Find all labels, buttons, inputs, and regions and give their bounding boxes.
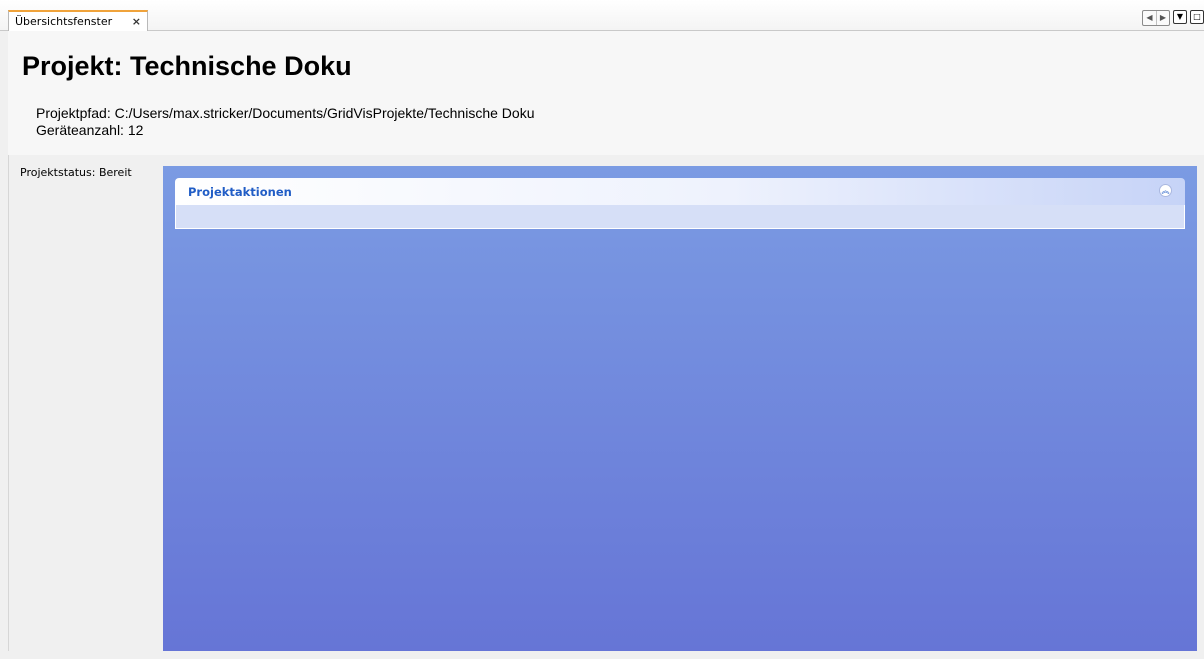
project-actions-header[interactable]: Projektaktionen ︽ (175, 178, 1185, 205)
scroll-left-icon[interactable]: ◀ (1143, 11, 1156, 25)
status-panel: Projektstatus: Bereit (8, 155, 163, 651)
close-icon[interactable]: × (132, 15, 141, 28)
project-header: Projekt: Technische Doku Projektpfad: C:… (8, 31, 1204, 155)
tab-scroll-group: ◀ ▶ (1142, 10, 1170, 26)
tab-bar: Übersichtsfenster × ◀ ▶ ▼ □ (0, 0, 1204, 31)
tab-list-dropdown-icon[interactable]: ▼ (1173, 10, 1187, 24)
page-title: Projekt: Technische Doku (22, 51, 352, 81)
overview-window: Übersichtsfenster × ◀ ▶ ▼ □ Projekt: Tec… (0, 0, 1204, 659)
project-actions-body (175, 205, 1185, 229)
scroll-right-icon[interactable]: ▶ (1156, 11, 1169, 25)
project-actions-group: Projektaktionen ︽ (175, 178, 1185, 230)
task-pane: Projektaktionen ︽ (163, 166, 1197, 651)
maximize-icon[interactable]: □ (1190, 10, 1204, 24)
device-count: Geräteanzahl: 12 (36, 122, 144, 138)
project-status: Projektstatus: Bereit (20, 166, 132, 179)
tab-controls: ◀ ▶ ▼ □ (1142, 10, 1204, 26)
tab-label: Übersichtsfenster (15, 15, 113, 28)
group-title: Projektaktionen (188, 185, 292, 199)
bottom-strip (8, 651, 1204, 659)
tab-overview[interactable]: Übersichtsfenster × (8, 10, 148, 31)
project-path: Projektpfad: C:/Users/max.stricker/Docum… (36, 105, 535, 121)
collapse-icon[interactable]: ︽ (1159, 184, 1172, 197)
